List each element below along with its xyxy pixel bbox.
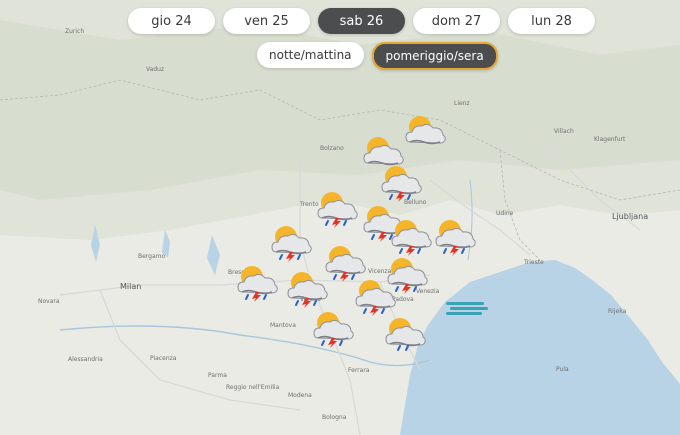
sun-cloud-icon[interactable] <box>402 112 448 152</box>
label-alessandria: Alessandria <box>68 356 103 363</box>
thunderstorm-icon[interactable] <box>234 262 280 302</box>
period-tabs: notte/mattina pomeriggio/sera <box>257 42 498 70</box>
rain-cloud-icon[interactable] <box>382 314 428 354</box>
tab-period-pomeriggio-sera[interactable]: pomeriggio/sera <box>371 42 498 70</box>
label-ferrara: Ferrara <box>348 367 370 374</box>
tab-day-lun-28[interactable]: lun 28 <box>508 8 595 34</box>
tab-day-dom-27[interactable]: dom 27 <box>413 8 500 34</box>
label-reggio: Reggio nell'Emilia <box>226 384 280 391</box>
label-piacenza: Piacenza <box>150 355 177 362</box>
label-milan: Milan <box>120 282 142 291</box>
label-vaduz: Vaduz <box>146 66 165 73</box>
label-rijeka: Rijeka <box>608 308 627 315</box>
label-bergamo: Bergamo <box>138 253 166 260</box>
label-klagenfurt: Klagenfurt <box>594 136 626 143</box>
thunderstorm-icon[interactable] <box>314 188 360 228</box>
tab-day-sab-26[interactable]: sab 26 <box>318 8 405 34</box>
label-parma: Parma <box>208 372 227 379</box>
label-ljubljana: Ljubljana <box>612 212 649 221</box>
label-lienz: Lienz <box>454 100 470 107</box>
label-modena: Modena <box>288 392 312 399</box>
label-bologna: Bologna <box>322 414 347 421</box>
thunderstorm-icon[interactable] <box>352 276 398 316</box>
day-tabs: gio 24 ven 25 sab 26 dom 27 lun 28 <box>128 8 595 34</box>
thunderstorm-icon[interactable] <box>310 308 356 348</box>
fog-icon <box>446 302 488 315</box>
tab-day-gio-24[interactable]: gio 24 <box>128 8 215 34</box>
label-bolzano: Bolzano <box>320 145 344 152</box>
thunderstorm-icon[interactable] <box>432 216 478 256</box>
label-mantova: Mantova <box>270 322 296 329</box>
label-villach: Villach <box>554 128 574 135</box>
label-zurich: Zurich <box>65 28 85 35</box>
thunderstorm-icon[interactable] <box>388 216 434 256</box>
thunderstorm-icon[interactable] <box>284 268 330 308</box>
label-trieste: Trieste <box>524 259 544 266</box>
tab-period-notte-mattina[interactable]: notte/mattina <box>257 42 364 68</box>
label-udine: Udine <box>496 210 514 217</box>
tab-day-ven-25[interactable]: ven 25 <box>223 8 310 34</box>
thunderstorm-icon[interactable] <box>378 162 424 202</box>
label-pula: Pula <box>556 366 569 373</box>
thunderstorm-icon[interactable] <box>268 222 314 262</box>
label-novara: Novara <box>38 298 60 305</box>
